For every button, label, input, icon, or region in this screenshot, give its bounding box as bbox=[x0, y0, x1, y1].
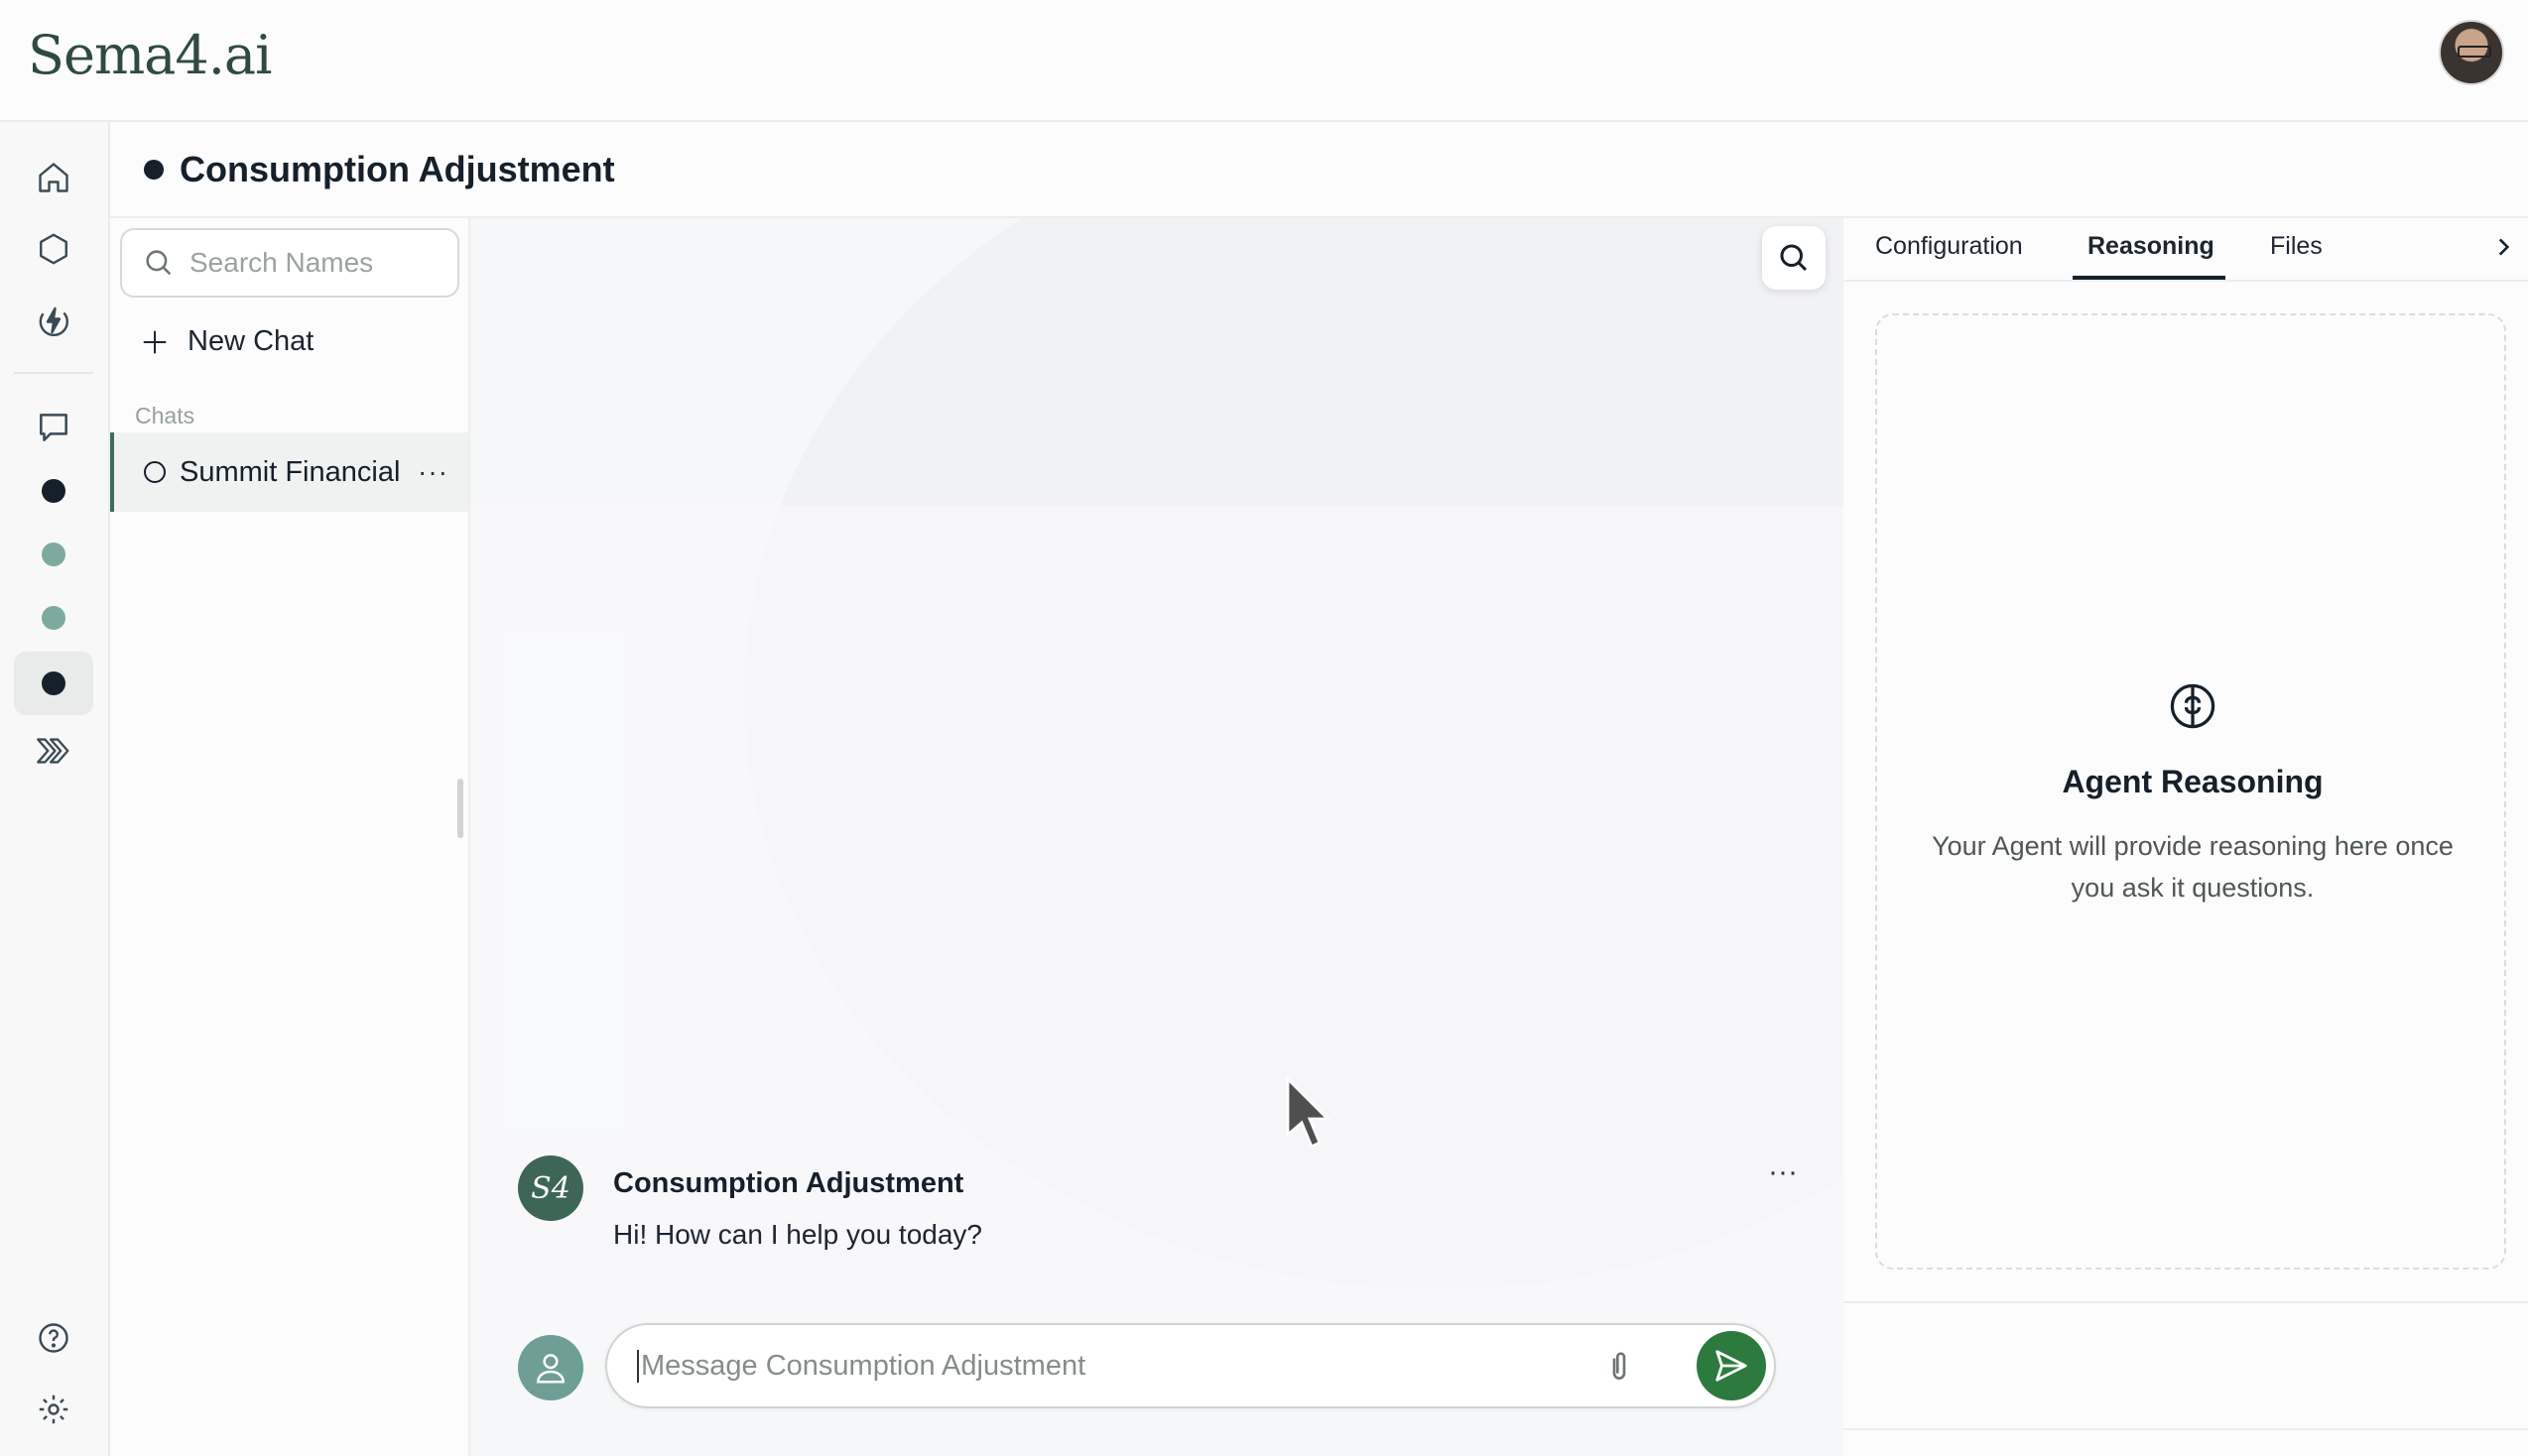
rail-divider bbox=[14, 372, 93, 374]
agent-status-dot bbox=[42, 543, 65, 566]
agent-dot-1[interactable] bbox=[14, 459, 93, 523]
agent-dot-2[interactable] bbox=[14, 523, 93, 586]
paperclip-icon[interactable] bbox=[1599, 1345, 1639, 1389]
side-panel-footer bbox=[1843, 1301, 2528, 1430]
chevron-right-icon[interactable] bbox=[2490, 232, 2516, 262]
chats-section-label: Chats bbox=[135, 403, 195, 428]
active-tab-indicator bbox=[2073, 276, 2225, 280]
new-chat-button[interactable]: New Chat bbox=[140, 325, 314, 358]
user-icon bbox=[537, 1354, 565, 1384]
side-panel: Configuration Reasoning Files Agent Reas… bbox=[1843, 218, 2528, 1456]
plus-icon bbox=[143, 330, 167, 353]
agent-status-dot bbox=[42, 671, 65, 695]
help-button[interactable] bbox=[14, 1306, 93, 1370]
agent-status-dot bbox=[42, 606, 65, 630]
page-title: Consumption Adjustment bbox=[180, 148, 615, 189]
chat-list-panel: New Chat Chats Summit Financial ··· bbox=[110, 218, 470, 1456]
tab-reasoning[interactable]: Reasoning bbox=[2087, 232, 2214, 261]
chat-name: Summit Financial bbox=[180, 455, 401, 488]
reasoning-card: Agent Reasoning Your Agent will provide … bbox=[1875, 313, 2506, 1270]
agent-status-dot bbox=[42, 479, 65, 503]
chat-status-ring-icon bbox=[144, 461, 166, 483]
chat-more-button[interactable]: ··· bbox=[418, 456, 448, 488]
search-input[interactable] bbox=[190, 247, 438, 279]
reasoning-title: Agent Reasoning bbox=[2062, 764, 2324, 799]
collapse-button[interactable] bbox=[14, 719, 93, 783]
chat-main: S4 Consumption Adjustment Hi! How can I … bbox=[470, 218, 1843, 1456]
settings-icon bbox=[39, 1395, 68, 1424]
message-author: Consumption Adjustment bbox=[613, 1167, 964, 1199]
search-chat-button[interactable] bbox=[1762, 226, 1826, 290]
send-button[interactable] bbox=[1697, 1331, 1766, 1400]
agent-dot-4-active[interactable] bbox=[14, 652, 93, 715]
new-chat-label: New Chat bbox=[188, 325, 315, 357]
top-bar: Sema4.ai bbox=[0, 0, 2528, 122]
message-composer[interactable] bbox=[605, 1323, 1776, 1408]
brain-icon bbox=[2170, 683, 2215, 729]
mouse-cursor-icon bbox=[1286, 1075, 1331, 1149]
home-nav-button[interactable] bbox=[14, 146, 93, 209]
chat-list-item[interactable]: Summit Financial ··· bbox=[110, 432, 468, 512]
collapse-chevrons-icon bbox=[37, 738, 69, 764]
message-more-button[interactable]: ··· bbox=[1768, 1155, 1798, 1189]
agent-status-dot bbox=[144, 159, 164, 180]
actions-nav-button[interactable] bbox=[14, 289, 93, 352]
agent-avatar: S4 bbox=[518, 1155, 583, 1221]
reasoning-description: Your Agent will provide reasoning here o… bbox=[1932, 831, 2454, 903]
agent-header: Consumption Adjustment bbox=[110, 122, 2528, 218]
agents-nav-button[interactable] bbox=[14, 217, 93, 281]
search-box[interactable] bbox=[120, 228, 459, 298]
message-text: Hi! How can I help you today? bbox=[613, 1219, 982, 1250]
tab-configuration[interactable]: Configuration bbox=[1875, 232, 2023, 261]
tab-files[interactable]: Files bbox=[2270, 232, 2323, 261]
search-icon bbox=[1780, 244, 1808, 272]
hexagon-icon bbox=[40, 233, 67, 265]
side-panel-tabs: Configuration Reasoning Files bbox=[1843, 218, 2528, 282]
home-icon bbox=[39, 163, 68, 192]
left-rail bbox=[0, 122, 110, 1456]
user-avatar[interactable] bbox=[2439, 20, 2504, 85]
resize-handle[interactable] bbox=[457, 779, 463, 838]
help-icon bbox=[39, 1323, 68, 1353]
search-icon bbox=[146, 250, 172, 276]
settings-button[interactable] bbox=[14, 1378, 93, 1441]
chat-bubble-icon bbox=[40, 414, 67, 441]
message-input[interactable] bbox=[637, 1349, 1629, 1383]
chat-nav-button[interactable] bbox=[14, 396, 93, 459]
send-icon bbox=[1715, 1350, 1747, 1382]
logo[interactable]: Sema4.ai bbox=[28, 24, 272, 86]
user-avatar bbox=[518, 1335, 583, 1400]
agent-dot-3[interactable] bbox=[14, 586, 93, 650]
lightning-icon bbox=[39, 306, 68, 337]
